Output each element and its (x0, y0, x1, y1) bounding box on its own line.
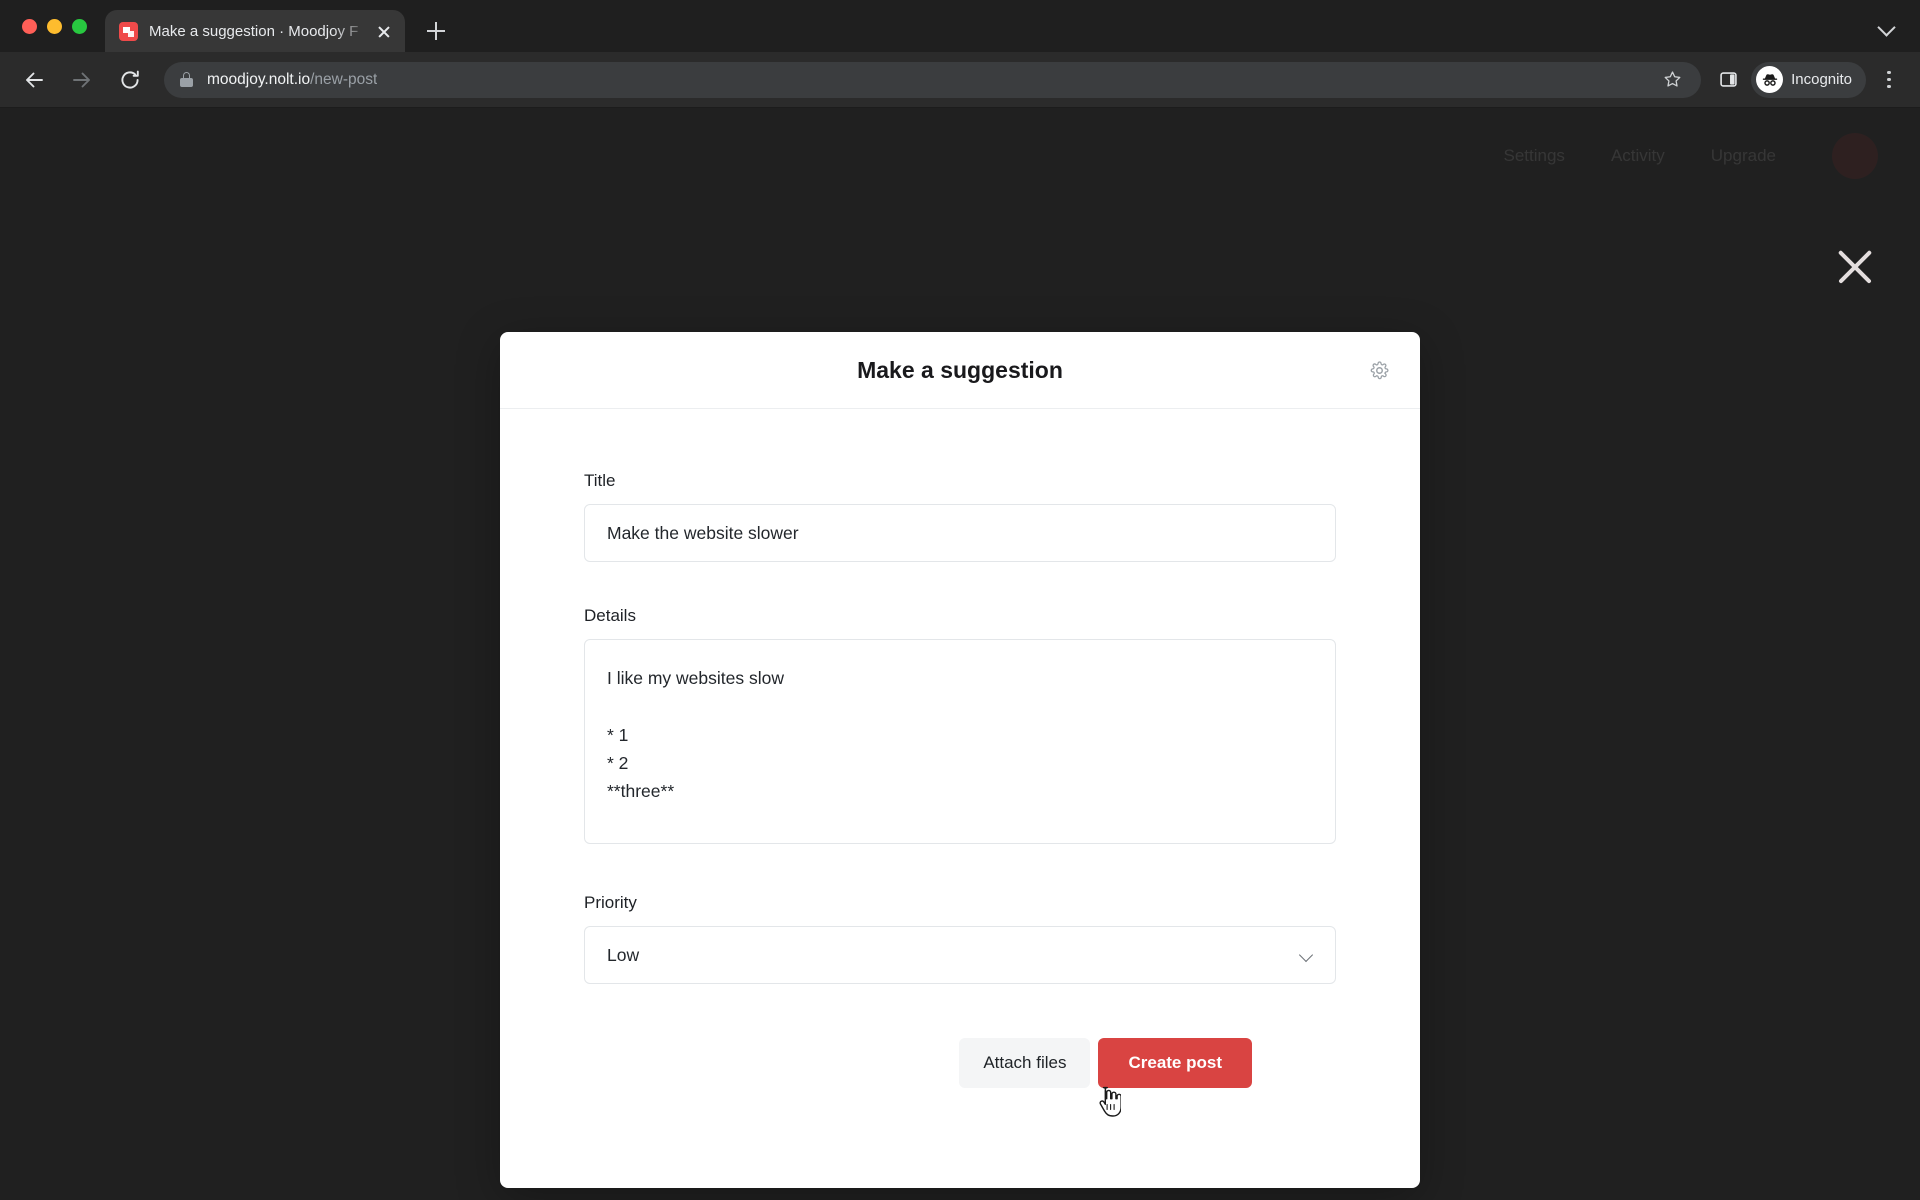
tab-strip-right (1872, 0, 1920, 52)
close-icon[interactable] (373, 20, 395, 42)
attach-files-button[interactable]: Attach files (959, 1038, 1091, 1088)
browser-tab[interactable]: Make a suggestion · Moodjoy F (105, 10, 405, 52)
title-label: Title (584, 471, 616, 490)
tab-title: Make a suggestion · Moodjoy F (149, 22, 359, 40)
dialog-actions: Attach files Create post (584, 984, 1336, 1088)
star-icon[interactable] (1655, 63, 1689, 97)
arrow-left-icon[interactable] (14, 60, 54, 100)
create-post-button[interactable]: Create post (1098, 1038, 1252, 1088)
tab-strip: Make a suggestion · Moodjoy F (0, 0, 1920, 52)
moodjoy-favicon-icon (119, 21, 138, 41)
profile-button[interactable]: Incognito (1751, 61, 1866, 98)
window-controls[interactable] (0, 0, 105, 52)
arrow-right-icon[interactable] (62, 60, 102, 100)
reload-icon[interactable] (110, 60, 150, 100)
close-icon[interactable] (1832, 244, 1878, 290)
title-field-group: Title (584, 471, 1336, 562)
incognito-icon (1756, 66, 1784, 93)
address-bar-actions (1655, 63, 1689, 97)
priority-label: Priority (584, 893, 637, 912)
url-host: moodjoy.nolt.io (207, 70, 311, 88)
new-tab-button[interactable] (419, 14, 453, 48)
url-text: moodjoy.nolt.io/new-post (207, 71, 377, 89)
address-bar[interactable]: moodjoy.nolt.io/new-post (164, 61, 1702, 98)
url-path: /new-post (310, 70, 378, 88)
priority-selected-value: Low (607, 944, 640, 965)
browser-window: Make a suggestion · Moodjoy F moodjoy.no… (0, 0, 1920, 1200)
lock-icon (180, 72, 193, 87)
title-input[interactable] (584, 504, 1336, 562)
window-maximize-button[interactable] (72, 18, 87, 34)
dialog-body: Title Details Priority Low (500, 409, 1420, 1188)
chevron-down-icon[interactable] (1872, 12, 1900, 40)
details-field-group: Details (584, 606, 1336, 849)
page-title: Make a suggestion (857, 356, 1063, 383)
toolbar-right-actions: Incognito (1711, 61, 1904, 98)
page-viewport: Settings Activity Upgrade Make a suggest… (0, 108, 1920, 1200)
priority-select-wrapper: Low (584, 926, 1336, 984)
priority-field-group: Priority Low (584, 893, 1336, 984)
kebab-menu-icon[interactable] (1874, 63, 1904, 97)
dialog-header: Make a suggestion (500, 332, 1420, 409)
window-minimize-button[interactable] (47, 18, 62, 34)
priority-select[interactable]: Low (584, 926, 1336, 984)
browser-toolbar: moodjoy.nolt.io/new-post Incognito (0, 52, 1920, 108)
make-suggestion-dialog: Make a suggestion Title Details (500, 332, 1420, 1188)
window-close-button[interactable] (22, 18, 37, 34)
details-label: Details (584, 606, 636, 625)
gear-icon[interactable] (1366, 357, 1392, 383)
side-panel-icon[interactable] (1711, 63, 1745, 97)
profile-label: Incognito (1791, 71, 1852, 88)
details-textarea[interactable] (584, 639, 1336, 844)
